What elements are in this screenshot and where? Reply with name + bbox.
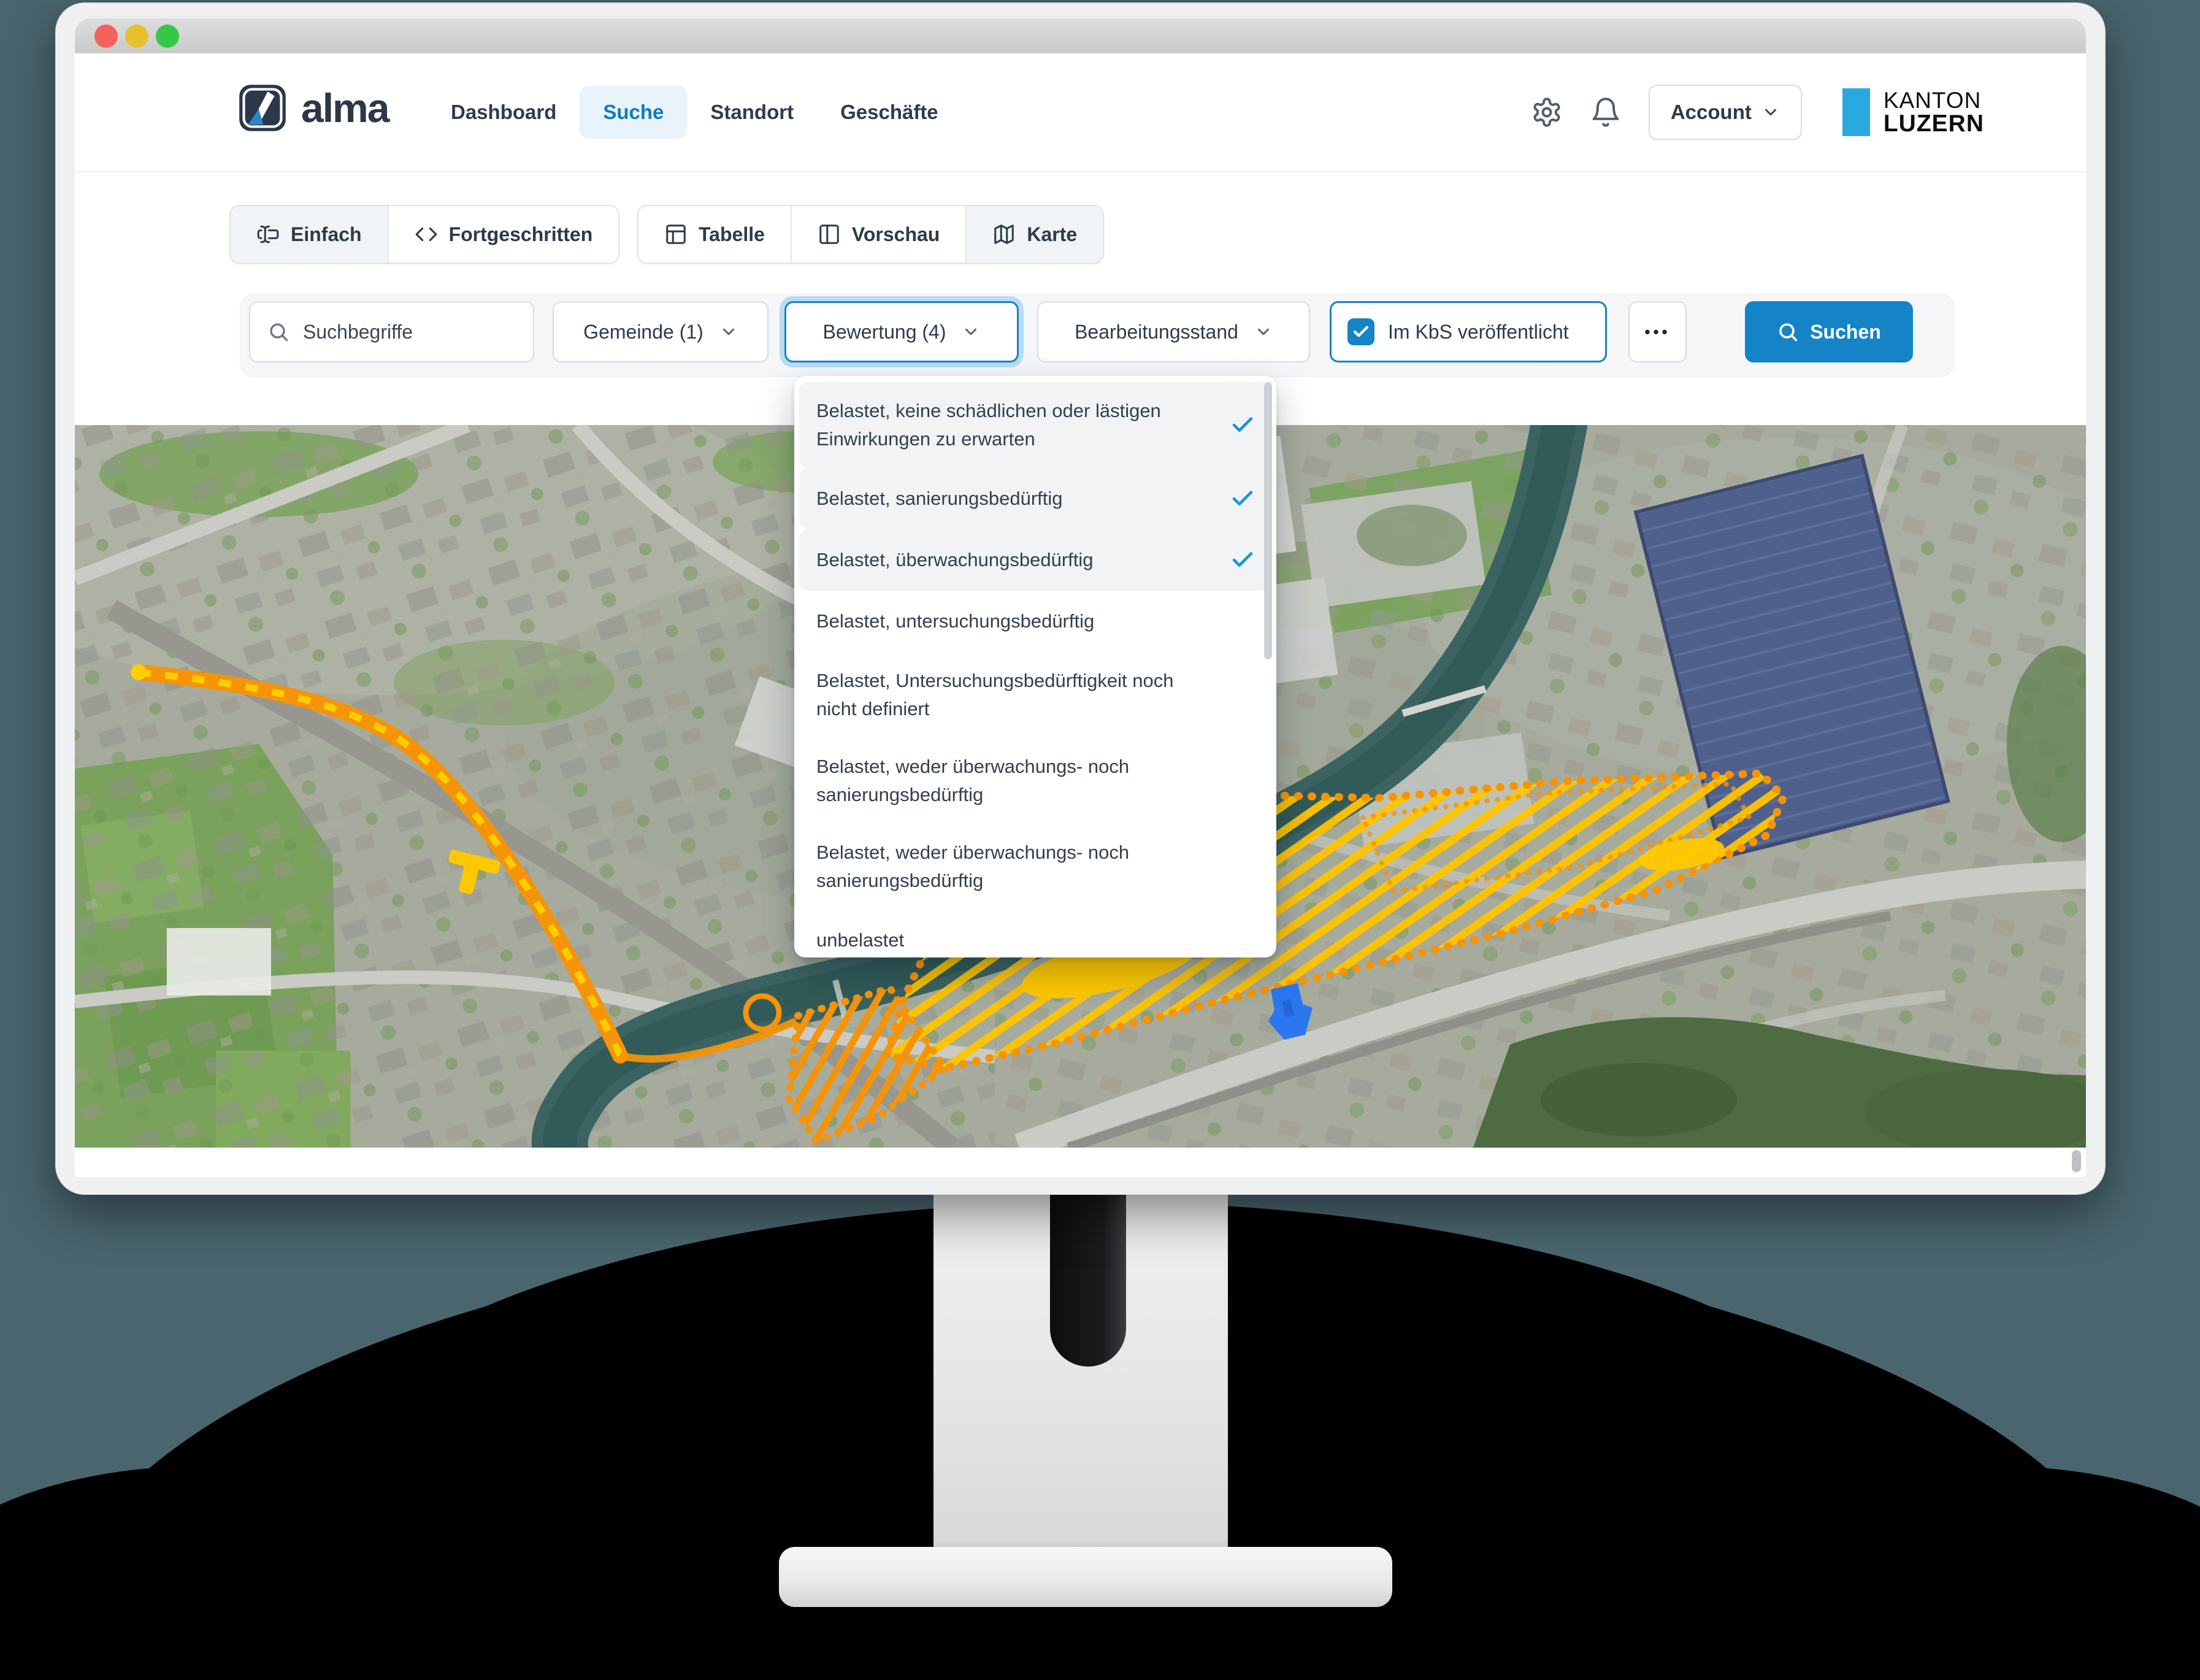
chevron-down-icon	[1761, 103, 1780, 121]
dropdown-option-label: Belastet, sanierungsbedürftig	[816, 485, 1063, 513]
nav-item-dashboard[interactable]: Dashboard	[427, 86, 580, 139]
kanton-logo-bar	[1842, 88, 1870, 136]
bewertung-dropdown-menu: Belastet, keine schädlichen oder lästige…	[794, 376, 1276, 957]
zoom-window-button[interactable]	[156, 25, 179, 48]
check-icon	[1230, 412, 1255, 438]
view-vorschau-button[interactable]: Vorschau	[792, 206, 967, 263]
check-icon	[1230, 486, 1255, 512]
kanton-line1: KANTON	[1884, 89, 1984, 112]
search-field[interactable]	[249, 301, 534, 362]
monitor-stand-cable-slot	[1050, 1194, 1126, 1367]
alma-logo[interactable]: alma	[239, 84, 388, 132]
dropdown-option[interactable]: Belastet, überwachungsbedürftig	[799, 529, 1271, 591]
dropdown-option[interactable]: Belastet, weder überwachungs- noch sanie…	[799, 824, 1271, 910]
more-filters-button[interactable]: •••	[1628, 301, 1687, 362]
nav-item-geschaefte[interactable]: Geschäfte	[817, 86, 962, 139]
kbs-checkbox-label: Im KbS veröffentlicht	[1388, 321, 1569, 343]
mode-fortgeschritten-button[interactable]: Fortgeschritten	[389, 206, 619, 263]
app-header: alma Dashboard Suche Standort Geschäfte	[75, 53, 2086, 172]
logo-text: alma	[301, 85, 388, 131]
dropdown-option-label: Belastet, keine schädlichen oder lästige…	[816, 397, 1213, 453]
chevron-down-icon	[962, 323, 980, 341]
header-actions: Account KANTON LUZERN	[1531, 53, 2086, 171]
bell-icon[interactable]	[1590, 96, 1622, 128]
more-dots-icon: •••	[1644, 323, 1670, 342]
dropdown-option-label: Belastet, überwachungsbedürftig	[816, 546, 1094, 574]
dropdown-option[interactable]: Belastet, sanierungsbedürftig	[799, 468, 1271, 529]
minimize-window-button[interactable]	[125, 25, 148, 48]
scrollbar-thumb[interactable]	[1264, 382, 1272, 659]
bearbeitungsstand-label: Bearbeitungsstand	[1075, 321, 1238, 343]
kbs-checkbox-field[interactable]: Im KbS veröffentlicht	[1330, 301, 1607, 362]
account-label: Account	[1671, 101, 1752, 124]
text-cursor-input-icon	[256, 223, 280, 246]
chevron-down-icon	[719, 323, 738, 341]
search-icon	[1777, 321, 1799, 343]
browser-window: alma Dashboard Suche Standort Geschäfte	[75, 18, 2086, 1177]
view-tabelle-button[interactable]: Tabelle	[638, 206, 792, 263]
gear-icon[interactable]	[1531, 96, 1563, 128]
kanton-luzern-logo: KANTON LUZERN	[1842, 88, 1984, 136]
dropdown-option[interactable]: Belastet, weder überwachungs- noch sanie…	[799, 738, 1271, 824]
bewertung-dropdown-trigger[interactable]: Bewertung (4)	[784, 301, 1019, 362]
search-icon	[267, 321, 289, 343]
suchen-label: Suchen	[1810, 321, 1881, 343]
dropdown-option[interactable]: unbelastet	[799, 910, 1271, 971]
kanton-line2: LUZERN	[1884, 112, 1984, 136]
close-window-button[interactable]	[94, 25, 118, 48]
dropdown-option-label: Belastet, weder überwachungs- noch sanie…	[816, 838, 1213, 895]
mode-einfach-button[interactable]: Einfach	[231, 206, 389, 263]
dropdown-option-label: unbelastet	[816, 926, 904, 954]
code-icon	[415, 223, 438, 246]
view-vorschau-label: Vorschau	[852, 223, 940, 246]
view-tabelle-label: Tabelle	[699, 223, 765, 246]
dropdown-option[interactable]: Belastet, untersuchungsbedürftig	[799, 591, 1271, 652]
gemeinde-dropdown[interactable]: Gemeinde (1)	[553, 301, 768, 362]
dropdown-option-label: Belastet, Untersuchungsbedürftigkeit noc…	[816, 667, 1213, 723]
nav-item-standort[interactable]: Standort	[687, 86, 817, 139]
split-view-icon	[818, 223, 841, 246]
alma-logo-icon	[239, 84, 286, 132]
dropdown-option[interactable]: Belastet, keine schädlichen oder lästige…	[799, 382, 1271, 468]
bewertung-label: Bewertung (4)	[823, 321, 946, 343]
checkbox-checked-icon[interactable]	[1347, 318, 1374, 345]
scrollbar-thumb[interactable]	[2072, 1150, 2081, 1172]
monitor-frame: alma Dashboard Suche Standort Geschäfte	[55, 2, 2106, 1195]
view-karte-button[interactable]: Karte	[967, 206, 1103, 263]
view-karte-label: Karte	[1027, 223, 1077, 246]
account-button[interactable]: Account	[1649, 85, 1802, 140]
gemeinde-label: Gemeinde (1)	[583, 321, 703, 343]
mode-einfach-label: Einfach	[291, 223, 362, 246]
scene: alma Dashboard Suche Standort Geschäfte	[0, 0, 2200, 1680]
monitor-stand-neck	[933, 1184, 1228, 1552]
monitor-stand-base	[779, 1547, 1392, 1607]
main-nav: Dashboard Suche Standort Geschäfte	[427, 83, 962, 142]
dropdown-option-label: Belastet, untersuchungsbedürftig	[816, 607, 1094, 635]
window-titlebar	[75, 18, 2086, 54]
dropdown-option[interactable]: Belastet, Untersuchungsbedürftigkeit noc…	[799, 652, 1271, 738]
mode-fortgeschritten-label: Fortgeschritten	[449, 223, 593, 246]
search-mode-toggle: Einfach Fortgeschritten	[229, 205, 619, 264]
check-icon	[1230, 547, 1255, 573]
dropdown-option-label: Belastet, weder überwachungs- noch sanie…	[816, 753, 1213, 809]
chevron-down-icon	[1254, 323, 1273, 341]
map-icon	[992, 223, 1016, 246]
search-input[interactable]	[302, 320, 516, 344]
bearbeitungsstand-dropdown[interactable]: Bearbeitungsstand	[1037, 301, 1310, 362]
table-icon	[664, 223, 688, 246]
suchen-button[interactable]: Suchen	[1745, 301, 1913, 362]
nav-item-suche[interactable]: Suche	[580, 86, 687, 139]
view-switcher: Tabelle Vorschau Karte	[637, 205, 1104, 264]
